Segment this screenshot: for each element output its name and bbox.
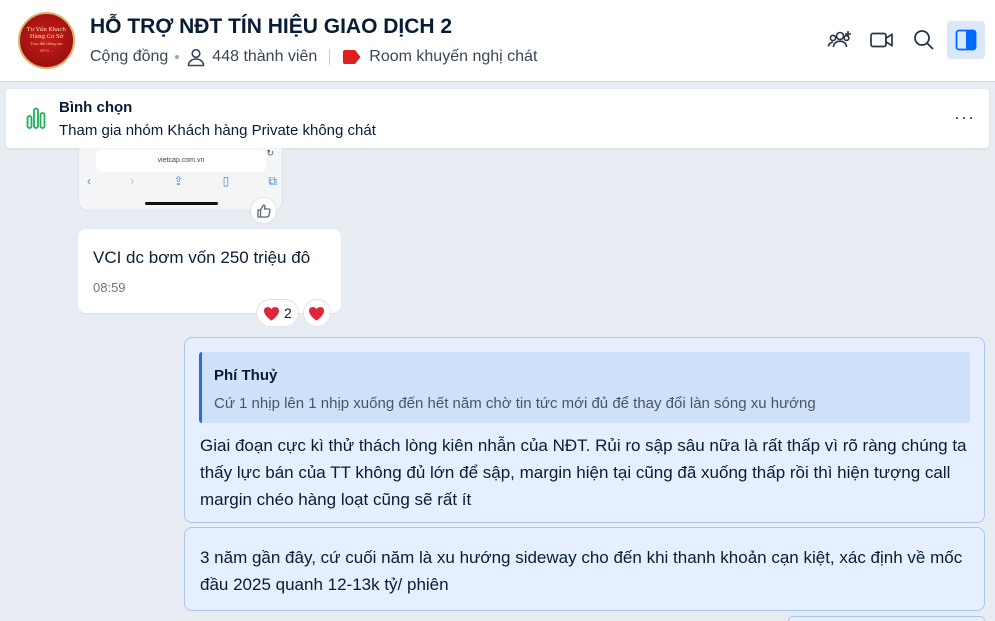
sidebar-toggle-button[interactable] bbox=[947, 21, 985, 59]
thumbs-up-icon bbox=[256, 203, 271, 218]
header-actions bbox=[821, 21, 985, 59]
avatar-line-1: Tư Vấn Khách bbox=[26, 26, 67, 33]
avatar-line-2: Hàng Cơ Sở bbox=[29, 33, 64, 40]
image-url-bar: vietcap.com.vn bbox=[96, 150, 266, 172]
image-home-indicator bbox=[145, 202, 218, 205]
image-back-icon: ‹ bbox=[87, 174, 91, 188]
chat-header: Tư Vấn Khách Hàng Cơ Sở Trao đổi thông t… bbox=[0, 0, 995, 82]
message-text: VCI dc bơm vốn 250 triệu đô bbox=[93, 248, 311, 267]
search-icon bbox=[914, 30, 934, 50]
add-member-icon bbox=[827, 31, 851, 48]
member-icon bbox=[187, 48, 205, 67]
message-time: 08:59 bbox=[93, 280, 126, 295]
image-reload-icon: ↻ bbox=[266, 148, 274, 158]
quote-author: Phí Thuỷ bbox=[214, 367, 278, 384]
video-call-button[interactable] bbox=[863, 21, 901, 59]
label-tag-icon bbox=[343, 50, 361, 64]
video-call-icon bbox=[870, 32, 893, 48]
quoted-reply[interactable]: Phí Thuỷ Cứ 1 nhịp lên 1 nhịp xuống đến … bbox=[199, 352, 970, 423]
avatar-line-3: Trao đổi thông tin bbox=[30, 41, 63, 46]
image-share-icon: ⇪ bbox=[173, 174, 184, 188]
image-tabs-icon: ⧉ bbox=[268, 174, 277, 188]
poll-chart-icon bbox=[26, 107, 46, 129]
poll-title: Bình chọn bbox=[59, 99, 133, 116]
image-browser-nav: ‹ › ⇪ ▯ ⧉ bbox=[87, 174, 277, 189]
avatar-line-4: 0979 ... bbox=[39, 48, 54, 53]
separator-dot bbox=[175, 55, 180, 59]
quote-text: Cứ 1 nhịp lên 1 nhịp xuống đến hết năm c… bbox=[214, 395, 816, 412]
message-text: 3 năm gần đây, cứ cuối năm là xu hướng s… bbox=[200, 548, 963, 594]
outgoing-message-bubble[interactable]: Phí Thuỷ Cứ 1 nhịp lên 1 nhịp xuống đến … bbox=[184, 337, 985, 523]
group-type-label: Cộng đồng bbox=[90, 48, 169, 65]
pinned-poll-banner[interactable]: Bình chọn Tham gia nhóm Khách hàng Priva… bbox=[6, 89, 989, 148]
outgoing-message-bubble-partial[interactable] bbox=[788, 616, 985, 621]
group-title[interactable]: HỖ TRỢ NĐT TÍN HIỆU GIAO DỊCH 2 bbox=[90, 15, 452, 39]
reaction-summary[interactable]: 2 bbox=[256, 299, 299, 327]
separator-bar bbox=[329, 49, 331, 65]
like-reaction-button[interactable] bbox=[250, 197, 277, 224]
search-button[interactable] bbox=[905, 21, 943, 59]
heart-icon bbox=[309, 306, 325, 320]
member-count[interactable]: 448 thành viên bbox=[212, 48, 317, 66]
image-book-icon: ▯ bbox=[222, 174, 230, 188]
message-text: Giai đoạn cực kì thử thách lòng kiên nhẫ… bbox=[200, 436, 967, 509]
reaction-count: 2 bbox=[284, 305, 292, 321]
heart-icon bbox=[264, 306, 279, 320]
more-options-button[interactable]: ··· bbox=[954, 107, 975, 128]
add-heart-reaction-button[interactable] bbox=[302, 299, 331, 327]
image-forward-icon: › bbox=[130, 174, 135, 188]
poll-subtitle: Tham gia nhóm Khách hàng Private không c… bbox=[59, 122, 376, 139]
group-meta: Cộng đồng 448 thành viên Room khuyến ngh… bbox=[90, 47, 537, 67]
add-member-button[interactable] bbox=[821, 21, 859, 59]
room-tag-label[interactable]: Room khuyến nghị chát bbox=[369, 48, 537, 66]
group-avatar[interactable]: Tư Vấn Khách Hàng Cơ Sở Trao đổi thông t… bbox=[18, 12, 75, 69]
message-reactions: 2 bbox=[256, 299, 331, 327]
outgoing-message-bubble[interactable]: 3 năm gần đây, cứ cuối năm là xu hướng s… bbox=[184, 527, 985, 611]
sidebar-toggle-icon bbox=[955, 29, 977, 51]
